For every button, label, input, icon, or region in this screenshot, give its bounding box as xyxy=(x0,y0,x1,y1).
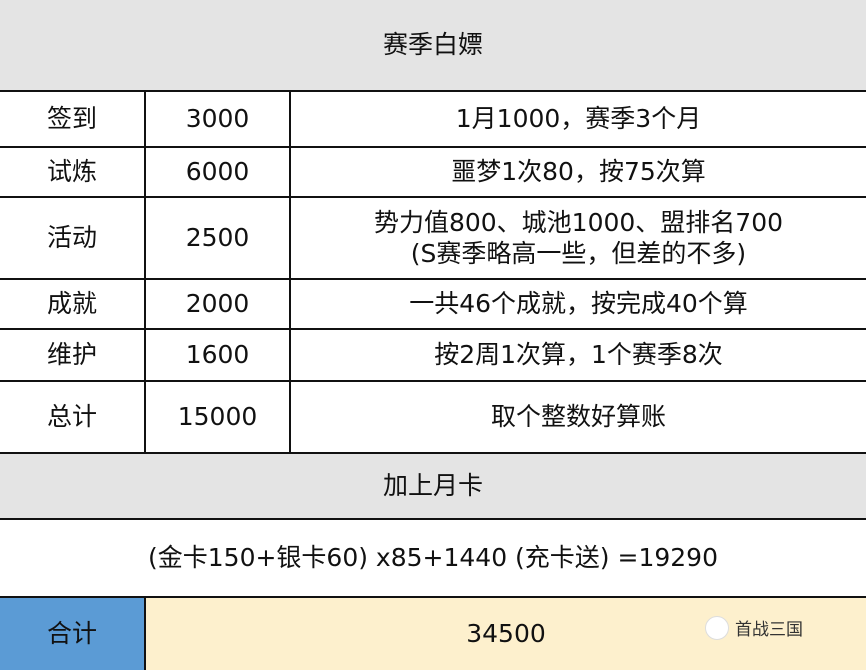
row-value: 3000 xyxy=(146,92,291,148)
row-value: 15000 xyxy=(146,382,291,454)
season-table: 赛季白嫖 签到 3000 1月1000，赛季3个月 试炼 6000 噩梦1次80… xyxy=(0,0,866,670)
row-value: 2000 xyxy=(146,280,291,330)
row-label: 活动 xyxy=(0,198,146,280)
total-label: 合计 xyxy=(0,598,146,670)
monthly-title: 加上月卡 xyxy=(0,454,866,520)
row-value: 6000 xyxy=(146,148,291,198)
row-value: 2500 xyxy=(146,198,291,280)
row-note: 1月1000，赛季3个月 xyxy=(291,92,866,148)
note-line: (S赛季略高一些，但差的不多) xyxy=(410,239,747,268)
row-note: 按2周1次算，1个赛季8次 xyxy=(291,330,866,382)
monthly-formula: (金卡150+银卡60) x85+1440 (充卡送) =19290 xyxy=(0,520,866,598)
row-note: 势力值800、城池1000、盟排名700 (S赛季略高一些，但差的不多) xyxy=(291,198,866,280)
row-note: 取个整数好算账 xyxy=(291,382,866,454)
row-label: 维护 xyxy=(0,330,146,382)
row-note: 一共46个成就，按完成40个算 xyxy=(291,280,866,330)
row-label: 总计 xyxy=(0,382,146,454)
table-title: 赛季白嫖 xyxy=(0,0,866,92)
note-line: 势力值800、城池1000、盟排名700 xyxy=(373,207,784,237)
row-label: 成就 xyxy=(0,280,146,330)
watermark-text: 首战三国 xyxy=(735,620,803,640)
row-note: 噩梦1次80，按75次算 xyxy=(291,148,866,198)
watermark: 首战三国 xyxy=(705,615,803,640)
row-label: 签到 xyxy=(0,92,146,148)
wechat-icon xyxy=(705,615,729,640)
row-label: 试炼 xyxy=(0,148,146,198)
row-value: 1600 xyxy=(146,330,291,382)
